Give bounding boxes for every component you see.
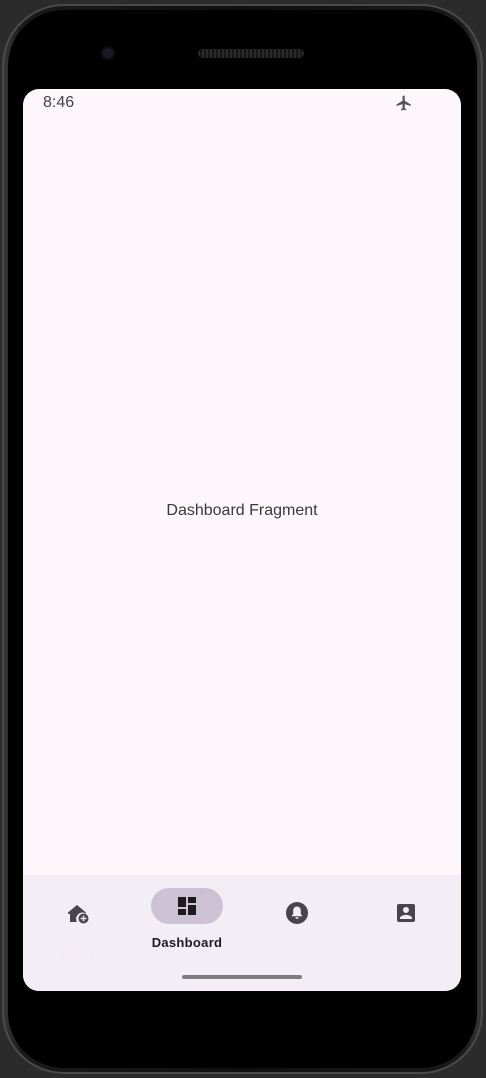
dashboard-icon — [178, 897, 196, 915]
fragment-title: Dashboard Fragment — [166, 502, 318, 519]
status-bar: 8:46 — [23, 89, 461, 117]
nav-item-dashboard[interactable]: Dashboard — [132, 875, 242, 975]
earpiece-speaker — [198, 49, 304, 58]
phone-screen: 8:46 Dashboard Fragment Home Dashboard — [23, 89, 461, 991]
nav-label-home: Home — [60, 948, 96, 963]
airplane-icon — [396, 95, 411, 111]
bottom-navigation-bar: Home Dashboard — [23, 875, 461, 991]
account-box-icon — [397, 904, 415, 922]
nav-item-home[interactable]: Home — [23, 875, 133, 975]
dashboard-fragment: Dashboard Fragment — [23, 117, 461, 875]
nav-item-notifications[interactable] — [242, 875, 352, 975]
active-indicator — [151, 888, 223, 924]
gesture-navigation-bar[interactable] — [182, 975, 302, 979]
nav-label-dashboard: Dashboard — [151, 935, 223, 950]
bell-icon — [286, 902, 308, 924]
front-camera — [101, 46, 115, 60]
nav-item-profile[interactable] — [351, 875, 461, 975]
home-add-icon — [68, 905, 89, 924]
status-time: 8:46 — [43, 94, 75, 111]
